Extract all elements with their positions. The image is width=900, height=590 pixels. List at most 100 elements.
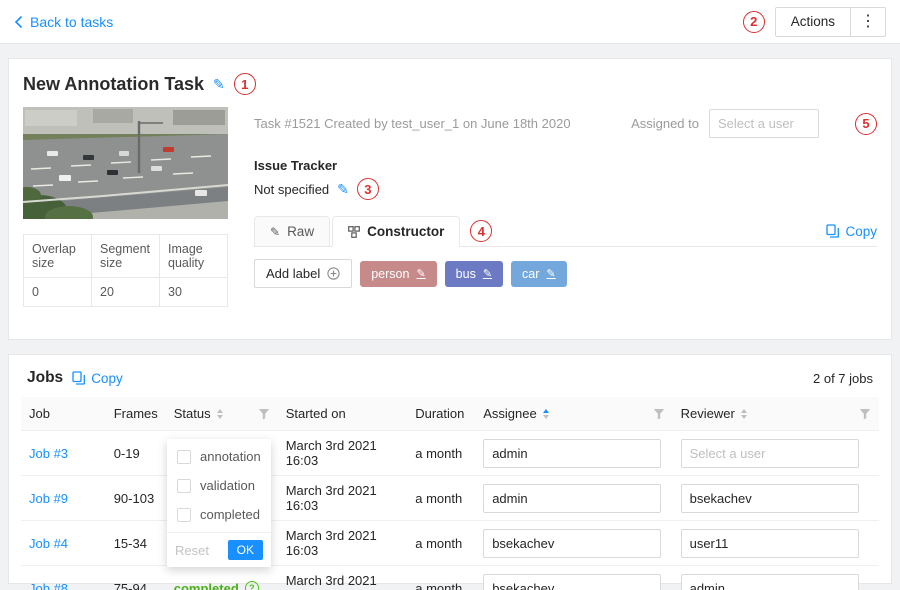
task-meta: Task #1521 Created by test_user_1 on Jun…: [254, 116, 571, 131]
job-assignee-input[interactable]: [483, 574, 661, 590]
filter-option-label: validation: [200, 478, 255, 493]
jobs-table: Job Frames Status Started on Duration: [21, 397, 879, 590]
job-reviewer-input[interactable]: [681, 439, 859, 468]
annotation-mark-3: 3: [357, 178, 379, 200]
sort-status-icon[interactable]: [217, 409, 223, 419]
checkbox-icon[interactable]: [177, 450, 191, 464]
job-link[interactable]: Job #8: [29, 581, 68, 590]
more-vertical-icon: ⋮: [860, 13, 876, 30]
label-chip-person[interactable]: person ✎: [360, 261, 436, 287]
task-assignee-input[interactable]: [709, 109, 819, 138]
job-started: March 3rd 2021 16:03: [278, 566, 408, 590]
back-chevron-icon: [14, 15, 23, 29]
column-header-status: Status: [166, 397, 278, 431]
column-header-reviewer: Reviewer: [673, 397, 879, 431]
task-params-table: Overlap size Segment size Image quality …: [23, 234, 228, 307]
job-link[interactable]: Job #4: [29, 536, 68, 551]
add-label-button[interactable]: Add label: [254, 259, 352, 288]
param-header-overlap: Overlap size: [24, 235, 92, 278]
job-reviewer-input[interactable]: [681, 529, 859, 558]
checkbox-icon[interactable]: [177, 508, 191, 522]
back-label: Back to tasks: [30, 14, 113, 30]
job-reviewer-input[interactable]: [681, 484, 859, 513]
jobs-title: Jobs: [27, 369, 63, 387]
filter-ok-button[interactable]: OK: [228, 540, 263, 560]
edit-label-icon[interactable]: ✎: [546, 267, 555, 280]
jobs-card: Jobs Copy 2 of 7 jobs Job Frames: [8, 354, 892, 584]
job-started: March 3rd 2021 16:03: [278, 521, 408, 566]
param-header-segment: Segment size: [92, 235, 160, 278]
edit-issue-tracker-icon[interactable]: ✎: [337, 181, 349, 198]
jobs-copy-link[interactable]: Copy: [72, 371, 123, 386]
job-assignee-input[interactable]: [483, 484, 661, 513]
label-constructor-content: Add label person ✎ bus ✎: [254, 247, 877, 300]
tab-constructor-label: Constructor: [367, 224, 444, 239]
filter-status-icon[interactable]: [258, 408, 270, 420]
issue-tracker-value: Not specified: [254, 182, 329, 197]
annotation-mark-2: 2: [743, 11, 765, 33]
task-left-column: Overlap size Segment size Image quality …: [23, 107, 228, 307]
job-frames: 90-103: [106, 476, 166, 521]
task-details-card: New Annotation Task ✎ 1: [8, 58, 892, 340]
job-reviewer-input[interactable]: [681, 574, 859, 590]
tab-raw-label: Raw: [287, 224, 314, 239]
filter-option-validation[interactable]: validation: [167, 471, 271, 500]
task-title: New Annotation Task: [23, 74, 204, 95]
assigned-to-label: Assigned to: [631, 116, 699, 131]
add-label-text: Add label: [266, 266, 320, 281]
labels-copy-link[interactable]: Copy: [826, 224, 877, 239]
pencil-icon: ✎: [270, 225, 280, 239]
plus-circle-icon: [327, 267, 340, 280]
job-row-4: Job #4 15-34 March 3rd 2021 16:03 a mont…: [21, 521, 879, 566]
job-assignee-input[interactable]: [483, 529, 661, 558]
task-right-column: Task #1521 Created by test_user_1 on Jun…: [254, 107, 877, 307]
top-bar: Back to tasks 2 Actions ⋮: [0, 0, 900, 44]
jobs-count: 2 of 7 jobs: [813, 371, 873, 386]
constructor-icon: [348, 226, 360, 238]
label-chip-car[interactable]: car ✎: [511, 261, 567, 287]
filter-assignee-icon[interactable]: [653, 408, 665, 420]
actions-menu-button[interactable]: ⋮: [850, 7, 886, 37]
edit-title-icon[interactable]: ✎: [213, 76, 225, 93]
label-chip-car-name: car: [522, 267, 539, 281]
job-row-8: Job #8 75-94 completed ? March 3rd 2021 …: [21, 566, 879, 590]
assigned-to-group: Assigned to 5: [631, 109, 877, 138]
job-assignee-input[interactable]: [483, 439, 661, 468]
tab-raw[interactable]: ✎ Raw: [254, 216, 330, 247]
labels-copy-label: Copy: [845, 224, 877, 239]
filter-option-completed[interactable]: completed: [167, 500, 271, 529]
column-header-assignee: Assignee: [475, 397, 672, 431]
label-chip-person-name: person: [371, 267, 409, 281]
tab-constructor[interactable]: Constructor: [332, 216, 460, 247]
edit-label-icon[interactable]: ✎: [483, 267, 492, 280]
question-circle-icon[interactable]: ?: [245, 581, 259, 590]
job-link[interactable]: Job #3: [29, 446, 68, 461]
param-value-overlap: 0: [24, 278, 92, 307]
topbar-right: 2 Actions ⋮: [743, 7, 886, 37]
status-header-label: Status: [174, 406, 211, 421]
copy-icon: [826, 224, 839, 238]
actions-button-group: Actions ⋮: [775, 7, 886, 37]
job-duration: a month: [407, 431, 475, 476]
sort-reviewer-icon[interactable]: [741, 409, 747, 419]
task-body: Overlap size Segment size Image quality …: [23, 107, 877, 307]
checkbox-icon[interactable]: [177, 479, 191, 493]
back-to-tasks-link[interactable]: Back to tasks: [14, 14, 113, 30]
filter-option-label: annotation: [200, 449, 261, 464]
job-duration: a month: [407, 476, 475, 521]
job-frames: 15-34: [106, 521, 166, 566]
label-chip-bus[interactable]: bus ✎: [445, 261, 503, 287]
filter-reviewer-icon[interactable]: [859, 408, 871, 420]
task-title-row: New Annotation Task ✎ 1: [23, 73, 877, 95]
actions-button[interactable]: Actions: [775, 7, 851, 37]
job-frames: 75-94: [106, 566, 166, 590]
job-link[interactable]: Job #9: [29, 491, 68, 506]
job-frames: 0-19: [106, 431, 166, 476]
sort-assignee-icon[interactable]: [543, 409, 549, 419]
filter-reset-button[interactable]: Reset: [175, 543, 209, 558]
column-header-job: Job: [21, 397, 106, 431]
reviewer-header-label: Reviewer: [681, 406, 735, 421]
edit-label-icon[interactable]: ✎: [416, 267, 425, 280]
job-duration: a month: [407, 566, 475, 590]
filter-option-annotation[interactable]: annotation: [167, 442, 271, 471]
